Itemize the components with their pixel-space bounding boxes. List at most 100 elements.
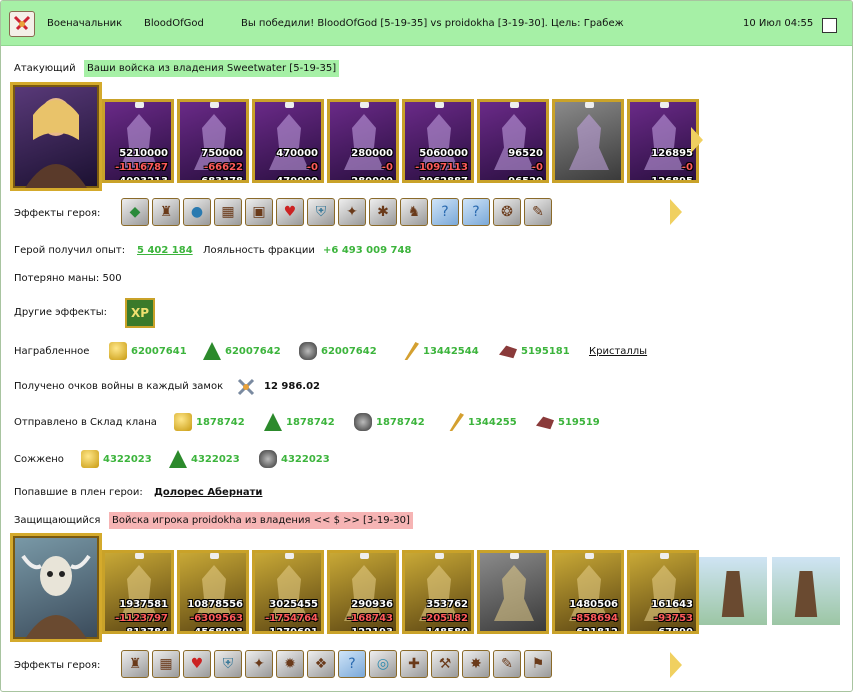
unit-slot[interactable]: 750000 -66622 683378 <box>177 99 249 183</box>
crystal-icon <box>536 416 554 430</box>
unit-slot[interactable]: 5210000 -1116787 4093213 <box>102 99 174 183</box>
captive-hero-link[interactable]: Долорес Абернати <box>154 487 262 498</box>
skull-icon <box>585 553 594 559</box>
unit-end-count: 4568993 <box>194 627 243 634</box>
select-checkbox[interactable] <box>822 18 837 33</box>
shield-icon[interactable]: ⛨ <box>307 198 335 226</box>
attacker-effects: ◆ ♜ ● ▦ ▣ ♥ ⛨ ✦ ✱ ♞?? ❂ ✎ <box>121 198 552 226</box>
unit-end-count: 3962887 <box>419 176 468 183</box>
armor-icon[interactable]: ♜ <box>121 650 149 678</box>
resource-gold: 62007641 <box>109 342 187 360</box>
unit-slot[interactable] <box>552 99 624 183</box>
wood-icon <box>203 342 221 360</box>
unit-lost-count: -66622 <box>204 162 243 173</box>
rune-icon[interactable]: ✦ <box>338 198 366 226</box>
defender-hero-portrait[interactable] <box>10 533 102 642</box>
skull-icon <box>285 553 294 559</box>
unit-slot[interactable]: 161643 -93753 67890 <box>627 550 699 634</box>
creature-icon <box>494 114 534 170</box>
resource-value: 4322023 <box>103 453 152 465</box>
effects-scroll-arrow[interactable] <box>670 199 682 225</box>
defender-banner: Войска игрока proidokha из владения << $… <box>109 512 413 529</box>
war-points-value: 12 986.02 <box>264 381 320 392</box>
loyalty-value: +6 493 009 748 <box>323 245 412 256</box>
unit-start-count: 353762 <box>426 599 468 610</box>
other-effects-label: Другие эффекты: <box>14 307 108 318</box>
exp-value[interactable]: 5 402 184 <box>137 245 193 256</box>
unit-slot[interactable]: 1937581 -1123797 813784 <box>102 550 174 634</box>
unit-slot[interactable]: 3025455 -1754764 1270691 <box>252 550 324 634</box>
claw-icon[interactable]: ✸ <box>462 650 490 678</box>
unit-slot[interactable]: 96520 -0 96520 <box>477 99 549 183</box>
crystal-icon <box>499 345 517 359</box>
swords-icon[interactable] <box>9 11 35 37</box>
unit-slot[interactable]: 353762 -205182 148580 <box>402 550 474 634</box>
unit-end-count: 1270691 <box>269 627 318 634</box>
unit-start-count: 1937581 <box>119 599 168 610</box>
resource-ore: 4322023 <box>259 450 330 468</box>
tower-icon[interactable] <box>699 557 767 625</box>
scroll-icon[interactable]: ✎ <box>493 650 521 678</box>
header-bar: Военачальник BloodOfGod Вы победили! Blo… <box>1 1 852 46</box>
globe-icon[interactable]: ● <box>183 198 211 226</box>
banner-icon[interactable]: ⚑ <box>524 650 552 678</box>
heart-icon[interactable]: ♥ <box>183 650 211 678</box>
gem-icon[interactable]: ◆ <box>121 198 149 226</box>
cross-icon[interactable]: ✚ <box>400 650 428 678</box>
tower-icon[interactable] <box>772 557 840 625</box>
unit-slot[interactable]: 1480506 -858694 621812 <box>552 550 624 634</box>
unit-slot[interactable] <box>477 550 549 634</box>
heart-icon[interactable]: ♥ <box>276 198 304 226</box>
scroll-icon[interactable]: ✎ <box>524 198 552 226</box>
unit-end-count: 4093213 <box>119 176 168 183</box>
question-icon[interactable]: ? <box>431 198 459 226</box>
unit-slot[interactable]: 10878556 -6309563 4568993 <box>177 550 249 634</box>
shield-icon[interactable]: ⛨ <box>214 650 242 678</box>
question-icon[interactable]: ? <box>338 650 366 678</box>
gift-icon[interactable]: ▦ <box>214 198 242 226</box>
ring-icon[interactable]: ◎ <box>369 650 397 678</box>
unit-slot[interactable]: 5060000 -1097113 3962887 <box>402 99 474 183</box>
skull-icon <box>135 102 144 108</box>
sun-icon[interactable]: ✹ <box>276 650 304 678</box>
breastplate-icon[interactable]: ♞ <box>400 198 428 226</box>
unit-slot[interactable]: 290936 -168743 122193 <box>327 550 399 634</box>
unit-lost-count: -1116787 <box>115 162 168 173</box>
crest-icon[interactable]: ❖ <box>307 650 335 678</box>
ore-icon <box>354 413 372 431</box>
axe-icon[interactable]: ⚒ <box>431 650 459 678</box>
unit-start-count: 470000 <box>276 148 318 159</box>
unit-slot[interactable]: 280000 -0 280000 <box>327 99 399 183</box>
wood-icon <box>264 413 282 431</box>
unit-slot[interactable]: 470000 -0 470000 <box>252 99 324 183</box>
gift-icon[interactable]: ▦ <box>152 650 180 678</box>
defender-army: 1937581 -1123797 813784 10878556 -6309563 456… <box>102 550 699 634</box>
resource-value: 1878742 <box>286 416 335 428</box>
defender-effects-scroll-arrow[interactable] <box>670 652 682 678</box>
creature-icon <box>344 114 384 170</box>
attacker-label: Атакующий <box>14 63 76 74</box>
loyalty-label: Лояльность фракции <box>203 245 315 256</box>
resource-value: 4322023 <box>191 453 240 465</box>
xp-badge-icon[interactable]: XP <box>125 298 155 328</box>
resource-value: 1878742 <box>376 416 425 428</box>
skull-icon <box>585 102 594 108</box>
captive-label: Попавшие в плен герои: <box>14 487 143 498</box>
unit-lost-count: -6309563 <box>190 613 243 624</box>
emblem-icon[interactable]: ✱ <box>369 198 397 226</box>
skull-icon <box>360 102 369 108</box>
header-title-1: Военачальник <box>47 18 123 29</box>
unit-end-count: 122193 <box>351 627 393 634</box>
unit-end-count: 813784 <box>126 627 168 634</box>
question-icon[interactable]: ? <box>462 198 490 226</box>
spiral-icon[interactable]: ❂ <box>493 198 521 226</box>
unit-lost-count: -168743 <box>347 613 393 624</box>
crystals-link[interactable]: Кристаллы <box>589 346 647 357</box>
attacker-hero-portrait[interactable] <box>10 82 102 191</box>
unit-lost-count: -1097113 <box>415 162 468 173</box>
resource-value: 62007641 <box>131 345 187 357</box>
unit-slot[interactable]: 126895 -0 126895 <box>627 99 699 183</box>
rune-icon[interactable]: ✦ <box>245 650 273 678</box>
chest-icon[interactable]: ▣ <box>245 198 273 226</box>
armor-icon[interactable]: ♜ <box>152 198 180 226</box>
